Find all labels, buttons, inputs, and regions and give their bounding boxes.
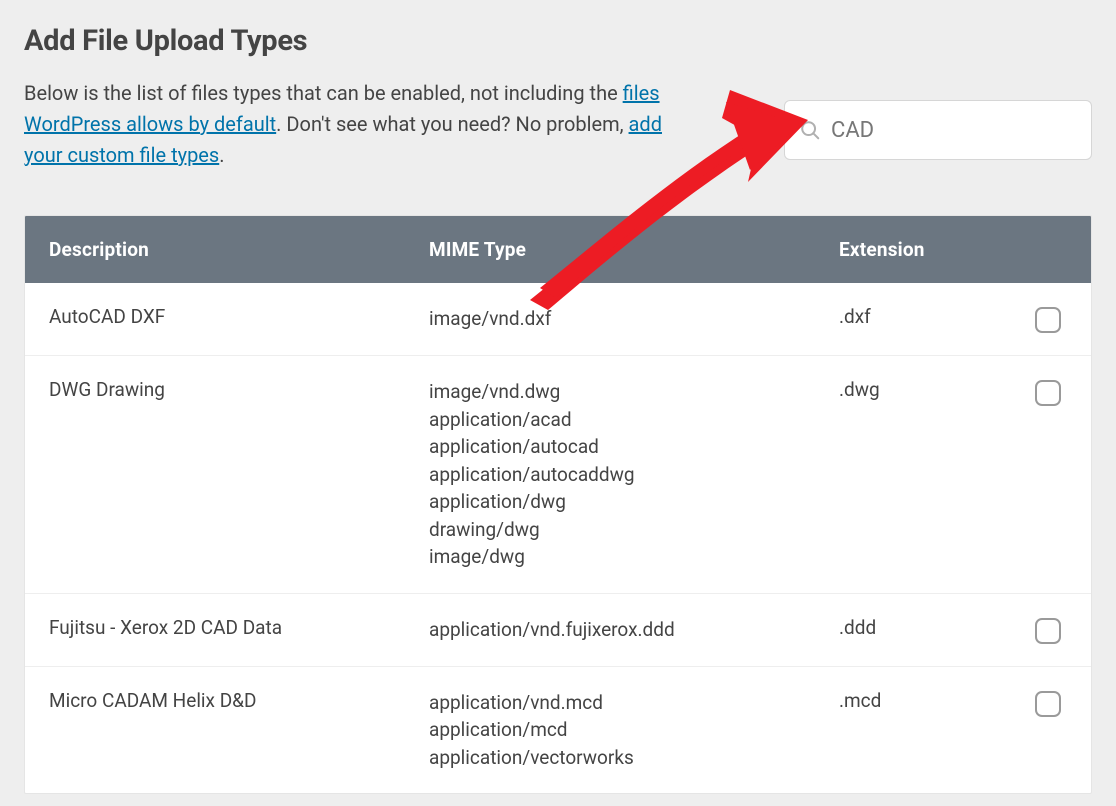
table-header: Description MIME Type Extension [25,216,1091,283]
search-icon [799,119,821,141]
intro-part3: . [219,143,224,167]
table-row: Fujitsu - Xerox 2D CAD Data application/… [25,593,1091,666]
enable-checkbox[interactable] [1035,307,1061,333]
table-row: Micro CADAM Helix D&D application/vnd.mc… [25,666,1091,794]
col-header-extension: Extension [815,216,999,283]
cell-extension: .dxf [815,283,999,350]
search-box[interactable] [784,100,1092,160]
cell-mime: application/vnd.fujixerox.ddd [405,594,815,666]
table-row: AutoCAD DXF image/vnd.dxf .dxf [25,283,1091,355]
page-title: Add File Upload Types [24,24,1092,58]
cell-description: Fujitsu - Xerox 2D CAD Data [25,594,405,661]
cell-description: AutoCAD DXF [25,283,405,350]
cell-description: Micro CADAM Helix D&D [25,667,405,734]
cell-extension: .dwg [815,356,999,423]
col-header-description: Description [25,216,405,283]
cell-mime: application/vnd.mcd application/mcd appl… [405,667,815,794]
enable-checkbox[interactable] [1035,691,1061,717]
cell-mime: image/vnd.dxf [405,283,815,355]
enable-checkbox[interactable] [1035,380,1061,406]
cell-extension: .mcd [815,667,999,734]
cell-description: DWG Drawing [25,356,405,423]
intro-part1: Below is the list of files types that ca… [24,81,623,105]
intro-text: Below is the list of files types that ca… [24,78,704,171]
intro-part2: . Don't see what you need? No problem, [276,112,628,136]
table-row: DWG Drawing image/vnd.dwg application/ac… [25,355,1091,593]
col-header-mime: MIME Type [405,216,815,283]
cell-mime: image/vnd.dwg application/acad applicati… [405,356,815,593]
file-types-table: Description MIME Type Extension AutoCAD … [24,215,1092,794]
col-header-toggle [999,216,1091,283]
cell-extension: .ddd [815,594,999,661]
enable-checkbox[interactable] [1035,618,1061,644]
search-input[interactable] [821,118,1077,143]
